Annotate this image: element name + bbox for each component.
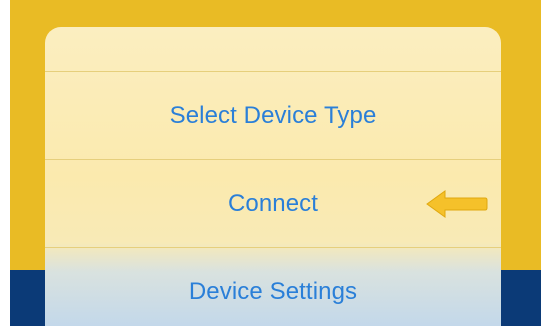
action-sheet: Select Device Type Connect Device Settin… — [45, 27, 501, 326]
left-arrow-icon — [426, 190, 488, 218]
select-device-type-button[interactable]: Select Device Type — [45, 72, 501, 160]
select-device-type-label: Select Device Type — [169, 101, 377, 129]
action-sheet-header — [45, 27, 501, 72]
device-settings-label: Device Settings — [188, 277, 358, 305]
screen: Select Device Type Connect Device Settin… — [0, 0, 541, 326]
connect-label: Connect — [227, 189, 319, 217]
device-settings-button[interactable]: Device Settings — [45, 248, 501, 326]
connect-button[interactable]: Connect — [45, 160, 501, 248]
